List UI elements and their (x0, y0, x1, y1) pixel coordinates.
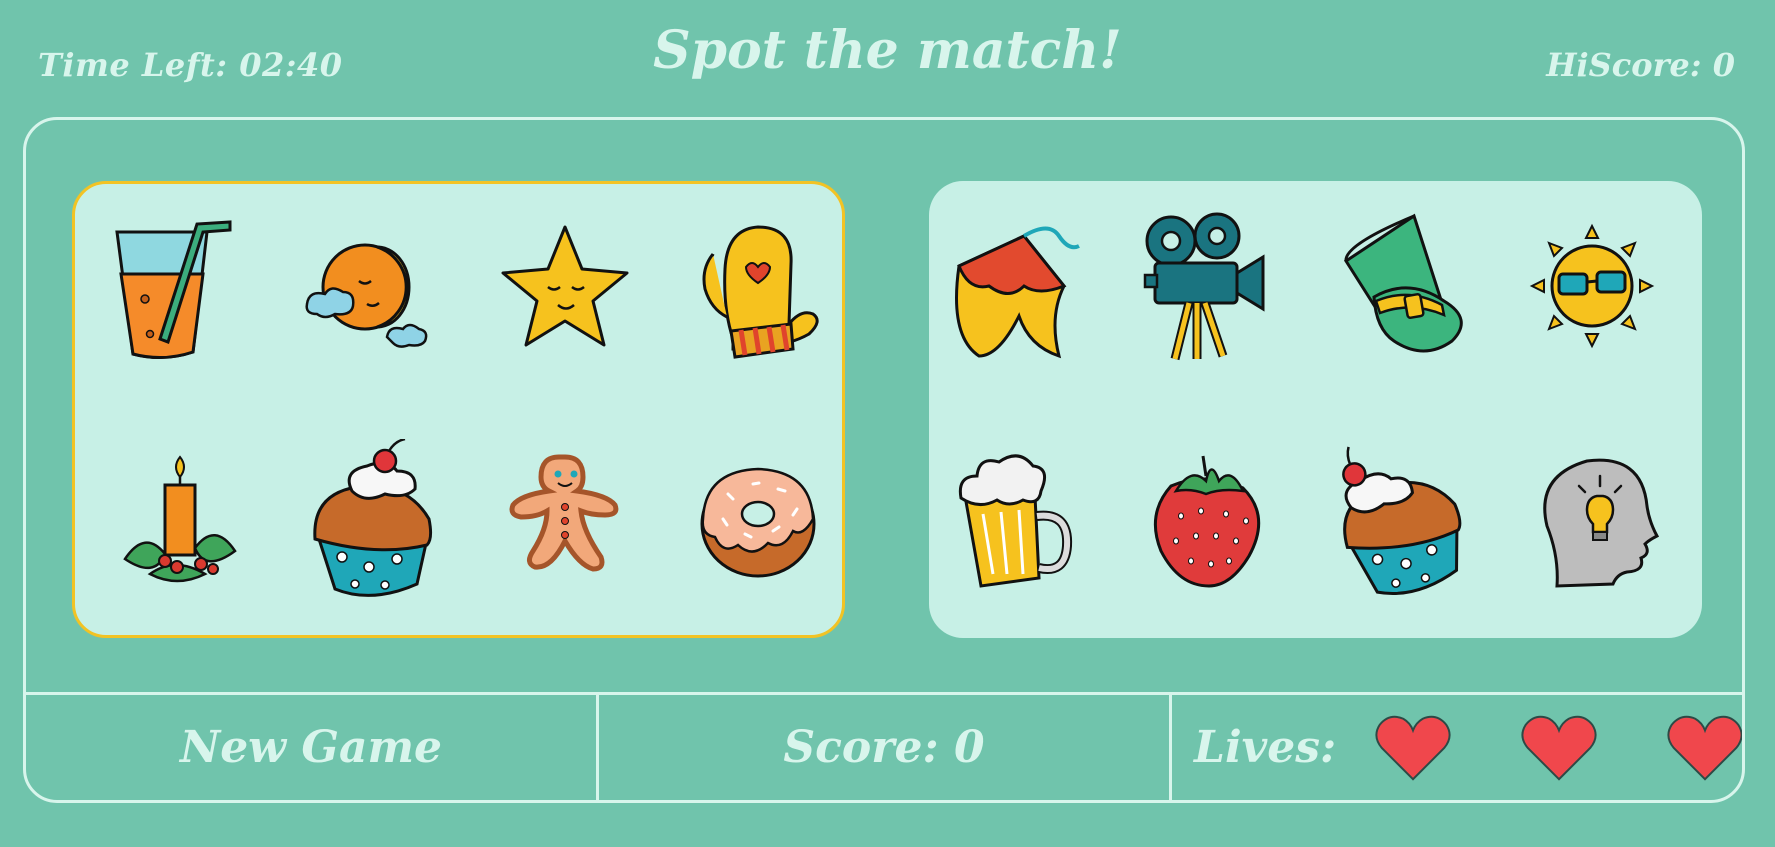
heart-icon (1375, 715, 1451, 781)
top-hat-icon[interactable] (1324, 201, 1474, 361)
right-card (929, 181, 1702, 638)
circus-tent-icon[interactable] (939, 206, 1089, 366)
star-icon[interactable] (490, 209, 640, 369)
strawberry-icon[interactable] (1131, 436, 1281, 596)
hud: Time Left: 02:40 Spot the match! HiScore… (0, 0, 1775, 110)
cupcake-icon[interactable] (297, 439, 447, 599)
oven-mitt-icon[interactable] (683, 209, 833, 369)
head-with-lightbulb-icon[interactable] (1517, 436, 1667, 596)
game-board: New Game Score: 0 Lives: (23, 117, 1745, 803)
christmas-candle-icon[interactable] (105, 439, 255, 599)
film-camera-icon[interactable] (1131, 201, 1281, 361)
lives-label: Lives: (1194, 722, 1337, 773)
moon-icon[interactable] (297, 209, 447, 369)
juice-glass-icon[interactable] (105, 204, 255, 364)
left-card (72, 181, 845, 638)
footer-bar: New Game Score: 0 Lives: (26, 692, 1742, 800)
gingerbread-man-icon[interactable] (490, 439, 640, 599)
cupcake-icon[interactable] (1324, 436, 1474, 596)
heart-icon (1521, 715, 1597, 781)
sun-with-sunglasses-icon[interactable] (1517, 206, 1667, 366)
lives-panel: Lives: (1172, 695, 1742, 800)
beer-mug-icon[interactable] (939, 436, 1089, 596)
donut-icon[interactable] (683, 439, 833, 599)
hiscore-label: HiScore: 0 (1546, 46, 1735, 84)
score-label: Score: 0 (599, 695, 1172, 800)
new-game-button[interactable]: New Game (26, 695, 599, 800)
heart-icon (1667, 715, 1742, 781)
lives-hearts (1374, 712, 1742, 784)
game-title: Spot the match! (653, 20, 1122, 81)
